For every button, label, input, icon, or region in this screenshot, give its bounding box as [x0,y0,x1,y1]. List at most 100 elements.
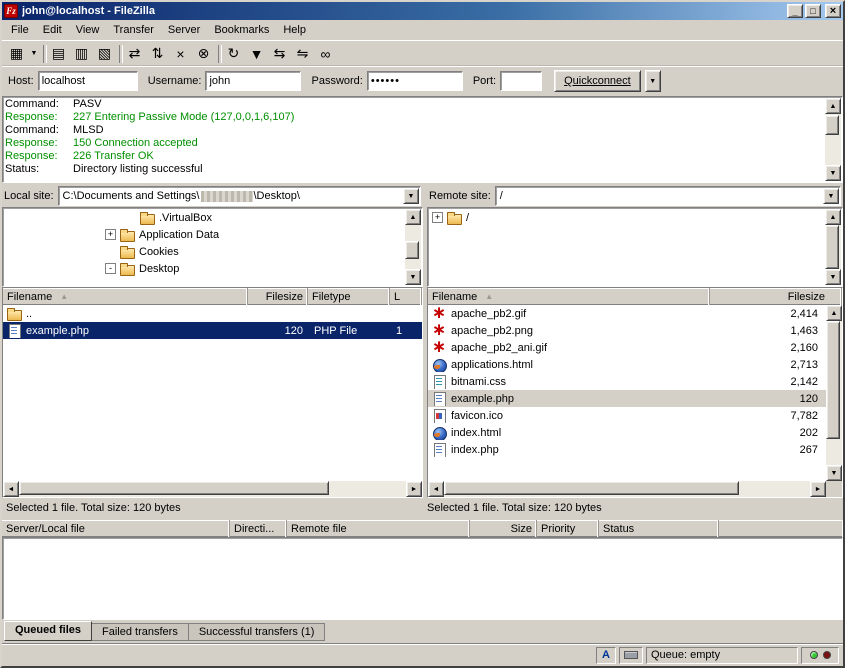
file-row[interactable]: example.php 120 PHP File 1 [3,322,422,339]
local-site-dropdown-button[interactable]: ▼ [403,188,419,204]
quickconnect-dropdown-button[interactable]: ▼ [645,70,661,92]
menu-item[interactable]: File [4,21,36,39]
maximize-button[interactable]: □ [805,4,821,18]
toolbar-separator[interactable] [40,44,47,64]
expand-toggle[interactable] [105,246,116,257]
site-manager-button[interactable]: ▦ [5,43,28,65]
scroll-left-icon[interactable]: ◄ [3,481,19,497]
column-header-filetype[interactable]: Filetype [308,288,390,305]
scroll-down-icon[interactable]: ▼ [825,165,841,181]
binary-mode-icon[interactable] [619,647,643,664]
column-header-filename[interactable]: Filename ▲ [428,288,710,305]
toolbar-separator[interactable] [116,44,123,64]
column-header-filesize[interactable]: Filesize [710,288,842,305]
queue-tab[interactable]: Queued files [4,621,92,641]
queue-list[interactable] [2,537,843,620]
file-row[interactable]: .. [3,305,422,322]
password-input[interactable] [367,71,463,91]
file-row[interactable]: favicon.ico 7,782 [428,407,826,424]
refresh-button[interactable]: ⇄ [123,43,146,65]
quickconnect-button[interactable]: Quickconnect [554,70,641,92]
column-header-server-local-file[interactable]: Server/Local file [2,520,230,537]
scrollbar-thumb[interactable] [405,241,419,259]
cancel-operation-button[interactable]: × [169,43,192,65]
file-row[interactable]: apache_pb2.gif 2,414 [428,305,826,322]
scroll-up-icon[interactable]: ▲ [825,209,841,225]
column-header-remote-file[interactable]: Remote file [287,520,470,537]
username-input[interactable] [205,71,301,91]
queue-tab[interactable]: Failed transfers [92,623,189,641]
column-header-status[interactable]: Status [599,520,719,537]
close-button[interactable]: × [825,4,841,18]
scrollbar-thumb[interactable] [825,225,839,269]
directory-comparison-button[interactable]: ⇆ [268,43,291,65]
scroll-down-icon[interactable]: ▼ [826,465,842,481]
scroll-down-icon[interactable]: ▼ [405,269,421,285]
scrollbar-thumb[interactable] [826,321,840,439]
menu-item[interactable]: Server [161,21,207,39]
column-header-filesize[interactable]: Filesize [248,288,308,305]
menu-item[interactable]: Transfer [106,21,161,39]
column-header-filename[interactable]: Filename ▲ [3,288,248,305]
host-input[interactable] [38,71,138,91]
remote-horizontal-scrollbar[interactable]: ◄ ► [428,481,826,497]
local-site-combobox[interactable]: C:\Documents and Settings\\Desktop\ ▼ [58,186,421,206]
titlebar[interactable]: Fz john@localhost - FileZilla _ □ × [2,2,843,20]
column-header-size[interactable]: Size [470,520,537,537]
scroll-up-icon[interactable]: ▲ [825,98,841,114]
file-row[interactable]: bitnami.css 2,142 [428,373,826,390]
file-row[interactable]: index.html 202 [428,424,826,441]
menu-item[interactable]: Edit [36,21,69,39]
scrollbar-thumb[interactable] [19,481,329,495]
scroll-right-icon[interactable]: ► [810,481,826,497]
scroll-left-icon[interactable]: ◄ [428,481,444,497]
tree-item[interactable]: - Desktop [3,260,404,277]
tree-item[interactable]: + / [428,209,824,226]
local-tree-vertical-scrollbar[interactable]: ▲ ▼ [405,209,421,285]
reconnect-button[interactable]: ↻ [222,43,245,65]
scroll-down-icon[interactable]: ▼ [825,269,841,285]
expand-toggle[interactable]: + [432,212,443,223]
toolbar-separator[interactable] [215,44,222,64]
menu-item[interactable]: Bookmarks [207,21,276,39]
tree-item[interactable]: Cookies [3,243,404,260]
expand-toggle[interactable]: - [105,263,116,274]
column-header-direction[interactable]: Directi... [230,520,287,537]
scroll-right-icon[interactable]: ► [406,481,422,497]
scrollbar-thumb[interactable] [825,115,839,135]
scroll-up-icon[interactable]: ▲ [826,305,842,321]
local-horizontal-scrollbar[interactable]: ◄ ► [3,481,422,497]
process-queue-button[interactable]: ⇅ [146,43,169,65]
toggle-directory-trees-button[interactable]: ▥ [70,43,93,65]
scrollbar-thumb[interactable] [444,481,739,495]
column-header-priority[interactable]: Priority [537,520,599,537]
file-row[interactable]: example.php 120 [428,390,826,407]
file-row[interactable]: index.php 267 [428,441,826,458]
file-row[interactable]: apache_pb2_ani.gif 2,160 [428,339,826,356]
menu-item[interactable]: View [69,21,107,39]
port-input[interactable] [500,71,542,91]
synchronized-browsing-button[interactable]: ⇋ [291,43,314,65]
find-files-button[interactable]: ∞ [314,43,337,65]
remote-tree-vertical-scrollbar[interactable]: ▲ ▼ [825,209,841,285]
queue-tab[interactable]: Successful transfers (1) [189,623,326,641]
remote-site-dropdown-button[interactable]: ▼ [823,188,839,204]
toggle-message-log-button[interactable]: ▤ [47,43,70,65]
remote-site-combobox[interactable]: / ▼ [495,186,841,206]
site-manager-dropdown[interactable]: ▼ [28,43,40,65]
file-row[interactable]: applications.html 2,713 [428,356,826,373]
disconnect-button[interactable]: ⊗ [192,43,215,65]
scroll-up-icon[interactable]: ▲ [405,209,421,225]
log-vertical-scrollbar[interactable]: ▲ ▼ [825,98,841,181]
tree-item[interactable]: + Application Data [3,226,404,243]
tree-item[interactable]: .VirtualBox [3,209,404,226]
expand-toggle[interactable] [125,212,136,223]
remote-file-list[interactable]: apache_pb2.gif 2,414 apache_pb2.png 1,46… [428,305,826,481]
minimize-button[interactable]: _ [787,4,803,18]
menu-item[interactable]: Help [276,21,313,39]
file-row[interactable]: apache_pb2.png 1,463 [428,322,826,339]
toggle-transfer-queue-button[interactable]: ▧ [93,43,116,65]
column-header-last-modified[interactable]: L [390,288,422,305]
remote-vertical-scrollbar[interactable]: ▲ ▼ [826,305,842,481]
directory-listing-filters-button[interactable]: ▼ [245,43,268,65]
